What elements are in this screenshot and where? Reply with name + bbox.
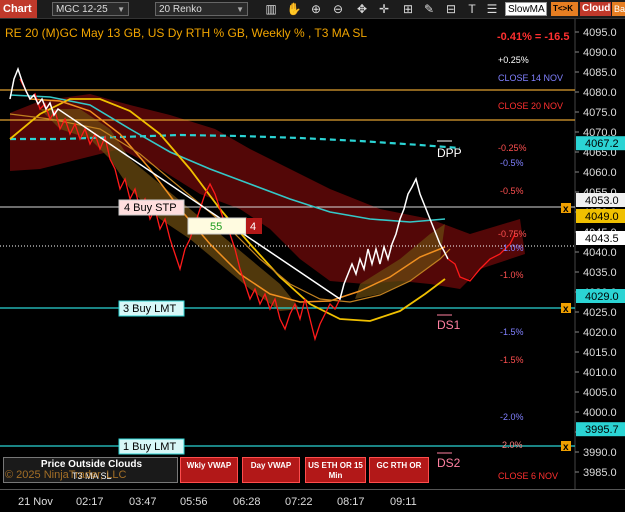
text-icon[interactable]: T xyxy=(464,1,480,17)
dpp-label: DPP xyxy=(437,146,462,160)
level-pct: -0.5% xyxy=(500,158,524,168)
price-badge: 3995.7 xyxy=(585,424,619,436)
price-tick-label: 4025.0 xyxy=(583,307,617,319)
chart-toolbar: Chart MGC 12-25 ▼ 20 Renko ▼ ▥ ✋ ⊕ ⊖ ✥ ✛ ⊞… xyxy=(0,0,625,19)
zoom-out-icon[interactable]: ⊖ xyxy=(330,1,346,17)
level-pct: -0.5% xyxy=(500,186,524,196)
price-tick-label: 4075.0 xyxy=(583,107,617,119)
svg-text:x: x xyxy=(563,442,569,453)
order-buy-stp-label: 4 Buy STP xyxy=(124,202,177,214)
chevron-down-icon: ▼ xyxy=(117,5,125,14)
chart-tab[interactable]: Chart xyxy=(0,0,37,18)
price-tick-label: 4015.0 xyxy=(583,347,617,359)
price-tick-label: 4095.0 xyxy=(583,27,617,39)
level-pct: -2.0% xyxy=(500,412,524,422)
price-tick-label: 4080.0 xyxy=(583,87,617,99)
level-pct: -1.5% xyxy=(500,327,524,337)
level-pct: -1.0% xyxy=(500,270,524,280)
price-tick-label: 4000.0 xyxy=(583,407,617,419)
gc-rth-or-button[interactable]: GC RTH OR xyxy=(369,457,429,483)
level-pct: -0.25% xyxy=(498,143,527,153)
close-14-label: CLOSE 14 NOV xyxy=(498,73,563,83)
bar-type-selector[interactable]: 20 Renko ▼ xyxy=(155,2,248,16)
price-tick-label: 4060.0 xyxy=(583,167,617,179)
list-icon[interactable]: ☰ xyxy=(484,1,500,17)
price-tick-label: 3985.0 xyxy=(583,467,617,479)
time-tick: 02:17 xyxy=(76,496,104,508)
level-pct: -1.5% xyxy=(500,355,524,365)
grid-icon[interactable]: ⊞ xyxy=(400,1,416,17)
price-badge: 4049.0 xyxy=(585,211,619,223)
chevron-down-icon: ▼ xyxy=(236,5,244,14)
instrument-selector[interactable]: MGC 12-25 ▼ xyxy=(52,2,129,16)
price-tick-label: 3990.0 xyxy=(583,447,617,459)
position-qty: 55 xyxy=(210,221,222,233)
band-button[interactable]: Band xyxy=(612,2,625,16)
position-count: 4 xyxy=(250,221,256,233)
time-tick: 09:11 xyxy=(390,496,417,508)
ds2-label: DS2 xyxy=(437,456,461,470)
level-pct: 2.0% xyxy=(502,440,523,450)
close-6-label: CLOSE 6 NOV xyxy=(498,471,558,481)
order-buy-lmt-3-label: 3 Buy LMT xyxy=(123,303,176,315)
tck-button[interactable]: T<>K xyxy=(551,2,578,16)
level-pct: -0.75% xyxy=(498,229,527,239)
svg-text:x: x xyxy=(563,204,569,215)
price-tick-label: 4090.0 xyxy=(583,47,617,59)
ds1-label: DS1 xyxy=(437,318,461,332)
bar-type-value: 20 Renko xyxy=(159,4,202,15)
time-tick: 08:17 xyxy=(337,496,365,508)
wkly-vwap-button[interactable]: Wkly VWAP xyxy=(180,457,238,483)
daily-change: -0.41% = -16.5 xyxy=(497,31,570,43)
us-eth-or-button[interactable]: US ETH OR 15 Min xyxy=(305,457,366,483)
price-tick-label: 4020.0 xyxy=(583,327,617,339)
zoom-in-icon[interactable]: ⊕ xyxy=(308,1,324,17)
price-badge: 4067.2 xyxy=(585,138,619,150)
time-tick: 07:22 xyxy=(285,496,313,508)
cloud-button[interactable]: Cloud xyxy=(580,2,611,16)
time-axis: 21 Nov 02:17 03:47 05:56 06:28 07:22 08:… xyxy=(0,489,625,512)
price-tick-label: 4040.0 xyxy=(583,247,617,259)
level-pct: +0.25% xyxy=(498,55,529,65)
price-badge: 4053.0 xyxy=(585,195,619,207)
price-tick-label: 4085.0 xyxy=(583,67,617,79)
svg-text:x: x xyxy=(563,304,569,315)
ruler-icon[interactable]: ⊟ xyxy=(443,1,459,17)
copyright: © 2025 NinjaTrader, LLC xyxy=(5,469,127,481)
strategy-selector[interactable]: SlowMA xyxy=(505,2,547,16)
time-tick: 21 Nov xyxy=(18,496,53,508)
bar-chart-icon[interactable]: ▥ xyxy=(263,1,279,17)
level-pct: -1.0% xyxy=(500,243,524,253)
time-tick: 03:47 xyxy=(129,496,157,508)
day-vwap-button[interactable]: Day VWAP xyxy=(242,457,300,483)
move-icon[interactable]: ✥ xyxy=(354,1,370,17)
hand-icon[interactable]: ✋ xyxy=(286,1,302,17)
drawing-icon[interactable]: ✎ xyxy=(421,1,437,17)
price-tick-label: 4010.0 xyxy=(583,367,617,379)
instrument-value: MGC 12-25 xyxy=(56,4,108,15)
chart-header: RE 20 (M)GC May 13 GB, US Dy RTH % GB, W… xyxy=(5,26,368,40)
close-20-label: CLOSE 20 NOV xyxy=(498,101,563,111)
order-buy-lmt-1-label: 1 Buy LMT xyxy=(123,441,176,453)
price-tick-label: 4035.0 xyxy=(583,267,617,279)
time-tick: 05:56 xyxy=(180,496,208,508)
crosshair-icon[interactable]: ✛ xyxy=(376,1,392,17)
price-badge: 4029.0 xyxy=(585,291,619,303)
price-chart[interactable]: 4095.04090.04085.04080.04075.04070.04065… xyxy=(0,19,625,489)
price-tick-label: 4005.0 xyxy=(583,387,617,399)
price-badge: 4043.5 xyxy=(585,233,619,245)
time-tick: 06:28 xyxy=(233,496,261,508)
